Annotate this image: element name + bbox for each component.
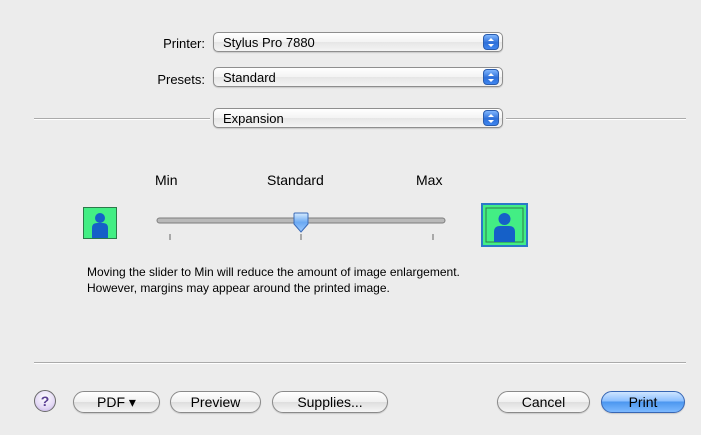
slider-thumb[interactable] — [292, 212, 310, 237]
presets-popup[interactable]: Standard — [213, 67, 503, 87]
print-button[interactable]: Print — [601, 391, 685, 413]
large-image-icon — [481, 203, 528, 247]
popup-arrows-icon — [483, 110, 499, 126]
expansion-slider[interactable] — [155, 210, 447, 250]
slider-min-label: Min — [155, 172, 178, 188]
popup-arrows-icon — [483, 69, 499, 85]
slider-standard-label: Standard — [267, 172, 324, 188]
description-line2: However, margins may appear around the p… — [87, 281, 390, 295]
description-line1: Moving the slider to Min will reduce the… — [87, 265, 460, 279]
small-image-icon — [83, 207, 117, 239]
help-button[interactable]: ? — [34, 390, 56, 412]
cancel-button[interactable]: Cancel — [497, 391, 590, 413]
bottom-divider — [34, 362, 686, 364]
preview-button[interactable]: Preview — [170, 391, 261, 413]
pdf-button[interactable]: PDF ▾ — [73, 391, 160, 413]
panel-popup[interactable]: Expansion — [213, 108, 503, 128]
divider-left — [34, 118, 210, 120]
divider-right — [506, 118, 686, 120]
printer-popup-value: Stylus Pro 7880 — [223, 35, 315, 50]
slider-max-label: Max — [416, 172, 443, 188]
popup-arrows-icon — [483, 34, 499, 50]
supplies-button[interactable]: Supplies... — [272, 391, 388, 413]
printer-popup[interactable]: Stylus Pro 7880 — [213, 32, 503, 52]
presets-label: Presets: — [157, 72, 205, 87]
panel-popup-value: Expansion — [223, 111, 284, 126]
presets-popup-value: Standard — [223, 70, 276, 85]
printer-label: Printer: — [163, 36, 205, 51]
